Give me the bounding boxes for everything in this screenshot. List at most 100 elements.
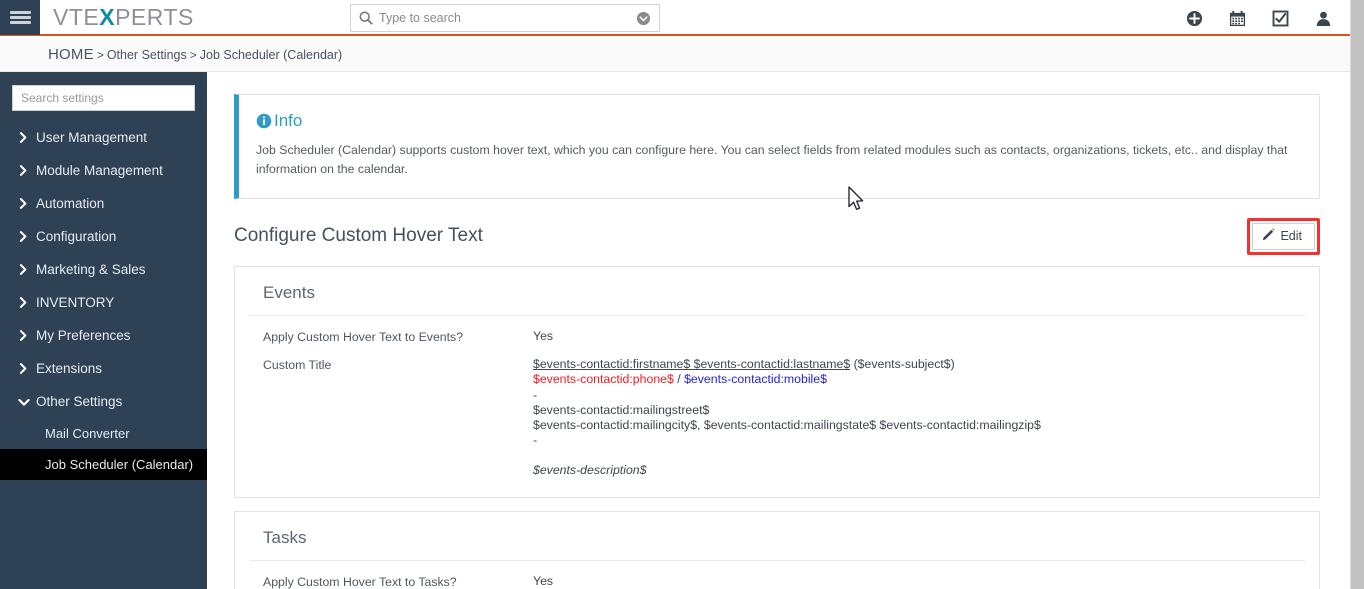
custom-title-line: $events-contactid:phone$ / $events-conta… — [533, 372, 1041, 387]
sidebar-item-module-management[interactable]: Module Management — [0, 154, 207, 187]
edit-button[interactable]: Edit — [1252, 222, 1315, 250]
info-panel-title: Info — [256, 111, 1301, 131]
logo-text-pre: VTE — [53, 3, 100, 30]
sidebar-item-user-management[interactable]: User Management — [0, 121, 207, 154]
main-content: Info Job Scheduler (Calendar) supports c… — [207, 72, 1350, 589]
pencil-icon — [1262, 227, 1276, 244]
sidebar-subitem-label: Job Scheduler (Calendar) — [45, 457, 194, 472]
sidebar-item-label: INVENTORY — [36, 295, 115, 310]
chevron-down-icon[interactable] — [636, 11, 651, 26]
field-label: Custom Title — [263, 358, 332, 373]
hamburger-bar — [9, 15, 31, 19]
field-label: Apply Custom Hover Text to Events? — [263, 330, 464, 344]
breadcrumb: HOME > Other Settings > Job Scheduler (C… — [0, 38, 1350, 72]
sidebar-item-label: My Preferences — [36, 328, 131, 343]
chevron-right-icon — [18, 297, 34, 308]
custom-title-line: $events-contactid:firstname$ $events-con… — [533, 357, 1041, 372]
custom-title-token: $events-contactid:mobile$ — [684, 372, 827, 387]
chevron-right-icon — [18, 330, 34, 341]
sidebar-item-extensions[interactable]: Extensions — [0, 352, 207, 385]
settings-search-input[interactable] — [13, 91, 194, 105]
top-navigation-bar: VTEXPERTS — [0, 0, 1350, 36]
field-row: Apply Custom Hover Text to Events? Yes — [249, 316, 1305, 344]
custom-title-line — [533, 448, 1041, 463]
vertical-scrollbar[interactable] — [1350, 0, 1364, 589]
sidebar-item-inventory[interactable]: INVENTORY — [0, 286, 207, 319]
custom-title-line: $events-description$ — [533, 463, 1041, 478]
page-title: Configure Custom Hover Text — [234, 225, 483, 246]
sidebar-item-my-preferences[interactable]: My Preferences — [0, 319, 207, 352]
hamburger-bar — [9, 10, 31, 14]
user-icon[interactable] — [1315, 10, 1332, 27]
settings-search[interactable] — [12, 85, 195, 111]
chevron-right-icon — [18, 363, 34, 374]
custom-title-token: $events-contactid:firstname$ $events-con… — [533, 357, 851, 372]
info-circle-icon — [256, 113, 272, 129]
sidebar-item-label: Extensions — [36, 361, 103, 376]
chevron-right-icon — [18, 132, 34, 143]
logo-text-post: PERTS — [115, 3, 194, 30]
global-search[interactable] — [350, 4, 660, 32]
calendar-icon[interactable] — [1229, 10, 1246, 27]
page-header: Configure Custom Hover Text Edit — [234, 217, 1320, 255]
custom-title-token: $events-contactid:phone$ — [533, 372, 674, 387]
sidebar-item-label: Automation — [36, 196, 105, 211]
chevron-right-icon — [18, 165, 34, 176]
panel-title: Events — [249, 267, 1305, 316]
sidebar-item-configuration[interactable]: Configuration — [0, 220, 207, 253]
hamburger-bar — [9, 20, 31, 24]
panel-tasks: Tasks Apply Custom Hover Text to Tasks? Ye… — [234, 510, 1320, 589]
scrollbar-thumb[interactable] — [1351, 0, 1364, 589]
custom-title-value: $events-contactid:firstname$ $events-con… — [533, 357, 1041, 478]
custom-title-token: $events-contactid:mailingcity$, $events-… — [533, 418, 1041, 433]
sections-container: Events Apply Custom Hover Text to Events?… — [207, 266, 1350, 589]
top-icon-group — [1186, 0, 1332, 36]
sidebar-item-label: Other Settings — [36, 394, 123, 409]
sidebar-item-automation[interactable]: Automation — [0, 187, 207, 220]
custom-title-token: ($events-subject$) — [850, 357, 955, 372]
chevron-right-icon — [18, 198, 34, 209]
sidebar-item-label: Configuration — [36, 229, 117, 244]
panel-events: Events Apply Custom Hover Text to Events?… — [234, 266, 1320, 498]
breadcrumb-current: Job Scheduler (Calendar) — [199, 47, 343, 62]
chevron-right-icon — [18, 264, 34, 275]
custom-title-token: / — [673, 372, 685, 387]
custom-title-line: $events-contactid:mailingcity$, $events-… — [533, 418, 1041, 433]
breadcrumb-separator: > — [189, 47, 197, 62]
logo-text-x: X — [99, 3, 116, 30]
custom-title-token: - — [533, 433, 538, 448]
breadcrumb-separator: > — [96, 47, 104, 62]
info-title-text: Info — [274, 111, 303, 130]
field-label: Apply Custom Hover Text to Tasks? — [263, 574, 457, 589]
edit-button-highlight: Edit — [1247, 217, 1320, 255]
panel-title: Tasks — [249, 512, 1305, 561]
field-value: Yes — [533, 329, 554, 343]
add-circle-icon[interactable] — [1186, 10, 1203, 27]
field-value: Yes — [533, 573, 554, 588]
custom-title-token: $events-contactid:mailingstreet$ — [533, 402, 710, 417]
sidebar-subitem-label: Mail Converter — [45, 426, 130, 441]
chevron-right-icon — [18, 231, 34, 242]
info-panel-text: Job Scheduler (Calendar) supports custom… — [256, 143, 1288, 176]
sidebar-item-other-settings[interactable]: Other Settings — [0, 385, 207, 418]
custom-title-line: - — [533, 433, 1041, 448]
sidebar-item-label: User Management — [36, 130, 148, 145]
custom-title-line: - — [533, 388, 1041, 403]
hamburger-icon[interactable] — [0, 0, 40, 35]
tasks-checkbox-icon[interactable] — [1272, 10, 1289, 27]
sidebar-item-marketing-sales[interactable]: Marketing & Sales — [0, 253, 207, 286]
app-logo[interactable]: VTEXPERTS — [53, 4, 194, 31]
breadcrumb-item-other-settings[interactable]: Other Settings — [107, 48, 187, 62]
sidebar-item-label: Marketing & Sales — [36, 262, 146, 277]
sidebar-item-label: Module Management — [36, 163, 163, 178]
chevron-down-icon — [18, 396, 34, 408]
custom-title-token: - — [533, 387, 538, 402]
sidebar-subitem-job-scheduler-calendar[interactable]: Job Scheduler (Calendar) — [0, 449, 207, 480]
sidebar-subitem-mail-converter[interactable]: Mail Converter — [0, 418, 207, 449]
sidebar-nav-list: User Management Module Management Automati… — [0, 121, 207, 480]
info-panel: Info Job Scheduler (Calendar) supports c… — [234, 94, 1320, 199]
custom-title-line: $events-contactid:mailingstreet$ — [533, 403, 1041, 418]
breadcrumb-home[interactable]: HOME — [48, 46, 94, 63]
search-input[interactable] — [379, 11, 636, 25]
custom-title-token: $events-description$ — [533, 463, 647, 478]
